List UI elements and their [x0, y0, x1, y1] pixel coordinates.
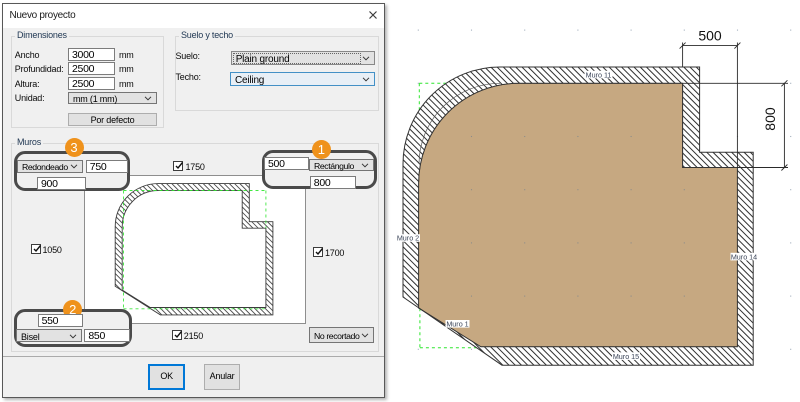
svg-text:Muro 1: Muro 1: [446, 320, 468, 329]
svg-text:800: 800: [762, 107, 778, 131]
svg-text:Muro 11: Muro 11: [586, 70, 612, 79]
svg-text:500: 500: [698, 27, 722, 43]
svg-text:Muro 14: Muro 14: [731, 252, 757, 261]
svg-text:Muro 15: Muro 15: [613, 352, 639, 361]
svg-text:Muro 2: Muro 2: [397, 234, 419, 243]
